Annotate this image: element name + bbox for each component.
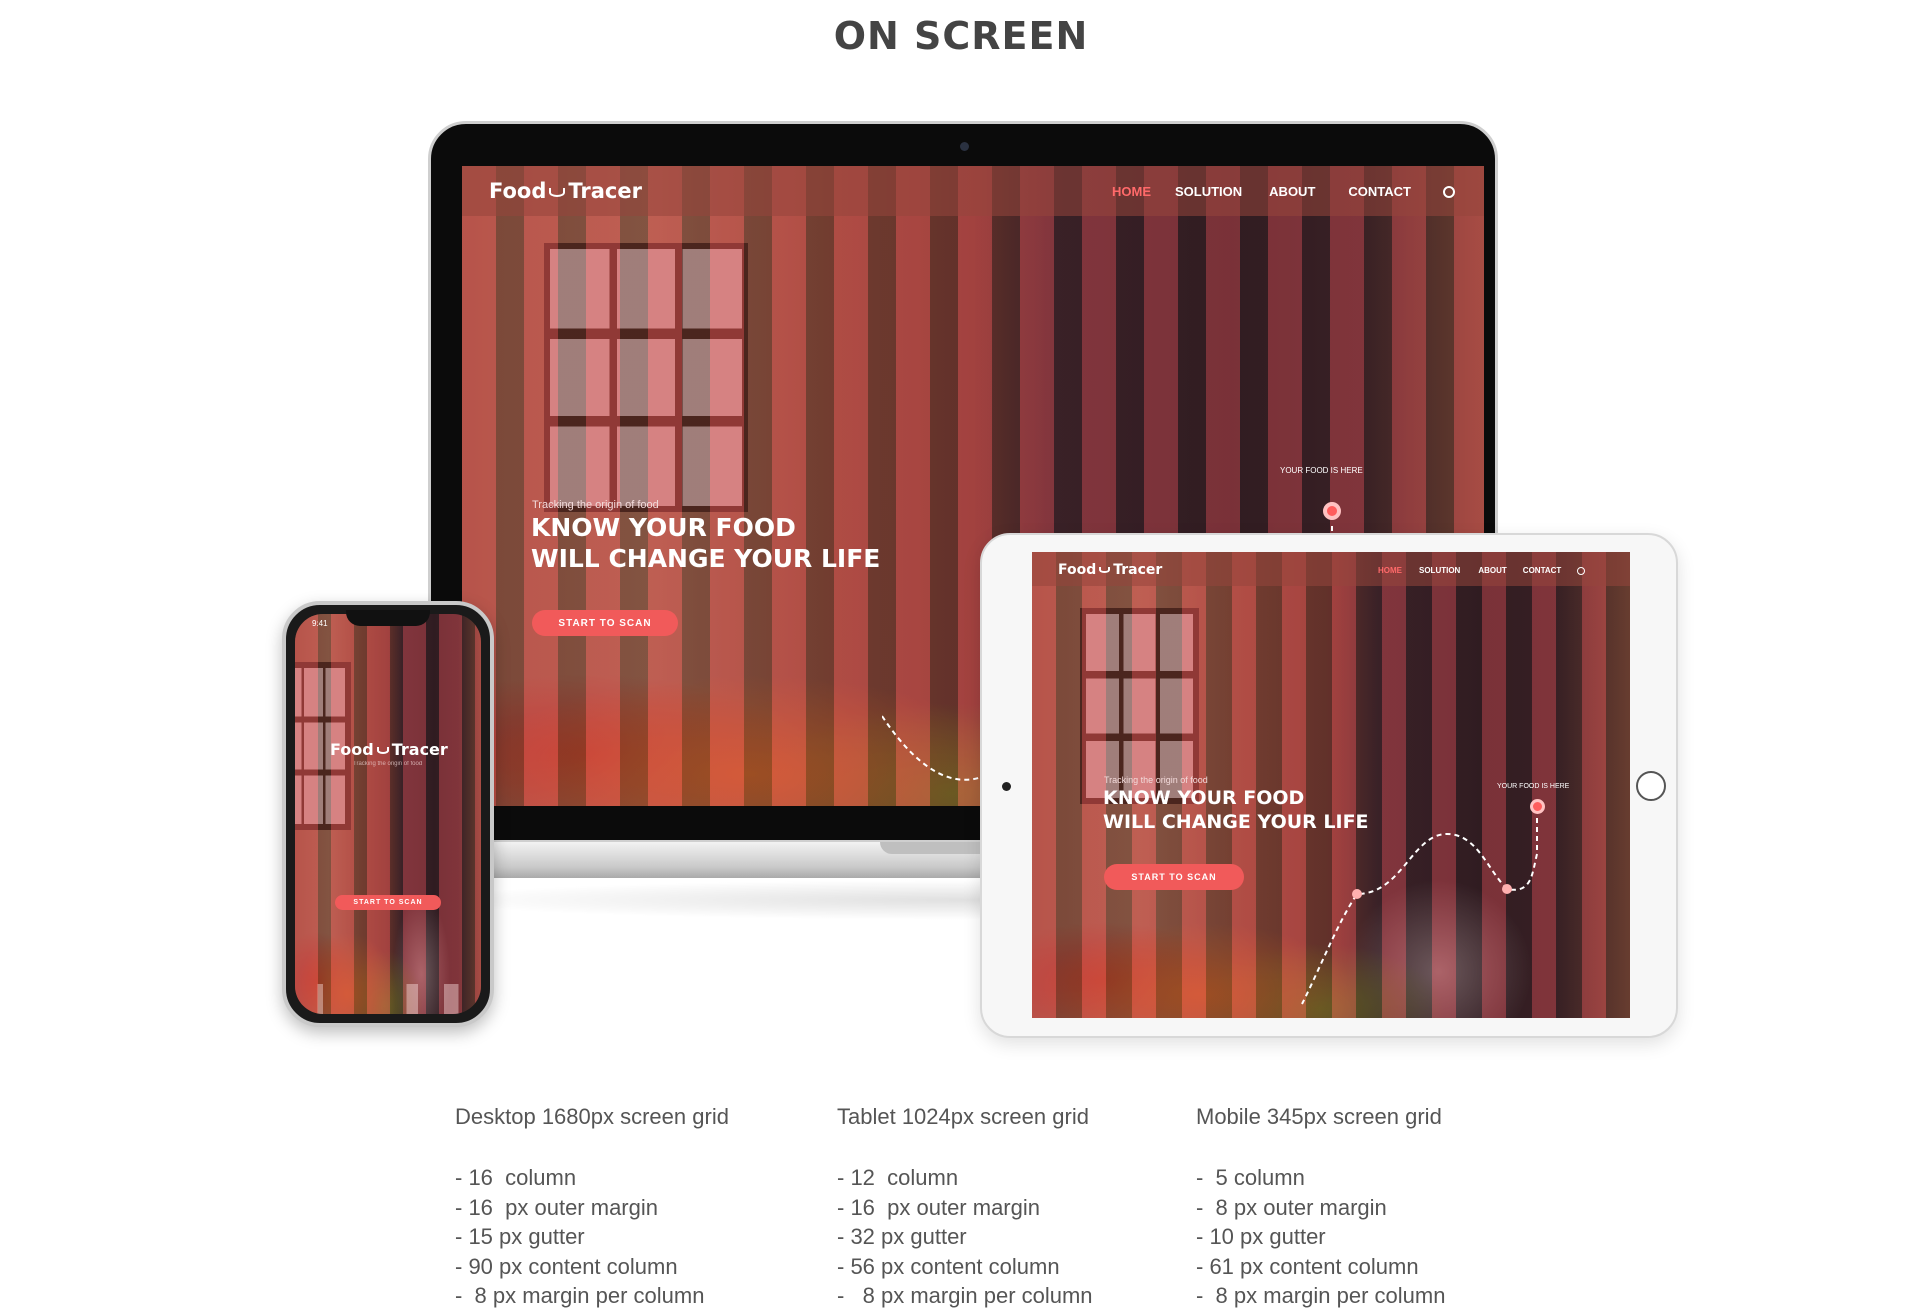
spec-line: - 15 px gutter: [455, 1224, 585, 1249]
skyline-image: [295, 984, 481, 1014]
pin-label: YOUR FOOD IS HERE: [1497, 783, 1570, 790]
spec-line: - 16 px outer margin: [455, 1194, 658, 1220]
hero-line-1: KNOW YOUR FOOD: [1103, 787, 1305, 809]
spec-line: - 16 px outer margin: [837, 1194, 1040, 1220]
spec-desktop: Desktop 1680px screen grid - 16 column -…: [455, 1104, 729, 1311]
start-scan-button[interactable]: START TO SCAN: [532, 610, 678, 636]
search-icon[interactable]: [1577, 566, 1586, 575]
phone-logo[interactable]: Food Tracer: [330, 740, 448, 759]
spec-line: - 56 px content column: [837, 1253, 1060, 1279]
spec-line: - 5 column: [1196, 1165, 1305, 1190]
nav-solution[interactable]: SOLUTION: [1175, 184, 1242, 199]
spec-line: - 32 px gutter: [837, 1224, 967, 1249]
spec-line: - 12 column: [837, 1165, 959, 1190]
nav-home[interactable]: HOME: [1378, 566, 1402, 575]
route-trail: [1301, 818, 1538, 1005]
spec-mobile: Mobile 345px screen grid - 5 column - 8 …: [1196, 1104, 1445, 1311]
hero-title: KNOW YOUR FOOD WILL CHANGE YOUR LIFE: [531, 512, 880, 575]
spec-title: Desktop 1680px screen grid: [455, 1104, 729, 1129]
phone-subtitle: Tracking the origin of food: [353, 761, 423, 767]
start-scan-button[interactable]: START TO SCAN: [335, 895, 441, 910]
search-icon[interactable]: [1442, 185, 1455, 198]
cup-icon: [1099, 567, 1111, 573]
phone-screen: Food Tracer Tracking the origin of food S…: [295, 614, 481, 1014]
tablet-nav: HOME SOLUTION ABOUT CONTACT: [1378, 566, 1586, 575]
tablet-screen: Food Tracer HOME SOLUTION ABOUT CONTACT T…: [1032, 552, 1630, 1018]
desktop-nav: HOME SOLUTION ABOUT CONTACT: [1112, 184, 1455, 199]
nav-home[interactable]: HOME: [1112, 184, 1151, 199]
hero-line-1: KNOW YOUR FOOD: [531, 513, 796, 542]
start-scan-button[interactable]: START TO SCAN: [1104, 864, 1244, 890]
nav-about[interactable]: ABOUT: [1269, 184, 1315, 199]
cup-icon: [549, 187, 566, 197]
spec-line: - 90 px content column: [455, 1253, 678, 1279]
phone-time: 9:41: [312, 619, 328, 628]
spec-tablet: Tablet 1024px screen grid - 12 column - …: [837, 1104, 1093, 1311]
hero-line-2: WILL CHANGE YOUR LIFE: [531, 544, 881, 574]
nav-about[interactable]: ABOUT: [1478, 566, 1506, 575]
nav-solution[interactable]: SOLUTION: [1419, 566, 1460, 575]
location-pin-icon: [1530, 799, 1545, 814]
spec-line: - 61 px content column: [1196, 1253, 1419, 1279]
laptop-camera-icon: [960, 142, 969, 151]
hero-subtitle: Tracking the origin of food: [532, 499, 659, 511]
pin-label: YOUR FOOD IS HERE: [1280, 466, 1363, 475]
tablet-camera-icon: [1002, 782, 1011, 791]
spec-line: - 16 column: [455, 1165, 577, 1190]
nav-contact[interactable]: CONTACT: [1523, 566, 1562, 575]
grid-overlay: [295, 614, 481, 1014]
spec-line: - 8 px margin per column: [837, 1283, 1093, 1308]
cup-icon: [376, 747, 389, 754]
desktop-logo[interactable]: Food Tracer: [489, 179, 642, 203]
spec-title: Mobile 345px screen grid: [1196, 1104, 1442, 1129]
spec-line: - 8 px margin per column: [455, 1283, 705, 1308]
hero-subtitle: Tracking the origin of food: [1104, 775, 1208, 785]
spec-title: Tablet 1024px screen grid: [837, 1104, 1089, 1129]
spec-line: - 10 px gutter: [1196, 1224, 1326, 1249]
page-title: ON SCREEN: [833, 14, 1089, 58]
tablet-home-button[interactable]: [1636, 771, 1666, 801]
tablet-logo[interactable]: Food Tracer: [1058, 562, 1162, 578]
nav-contact[interactable]: CONTACT: [1348, 184, 1411, 199]
phone-notch: [346, 610, 430, 626]
spec-line: - 8 px margin per column: [1196, 1283, 1446, 1308]
spec-line: - 8 px outer margin: [1196, 1194, 1387, 1220]
